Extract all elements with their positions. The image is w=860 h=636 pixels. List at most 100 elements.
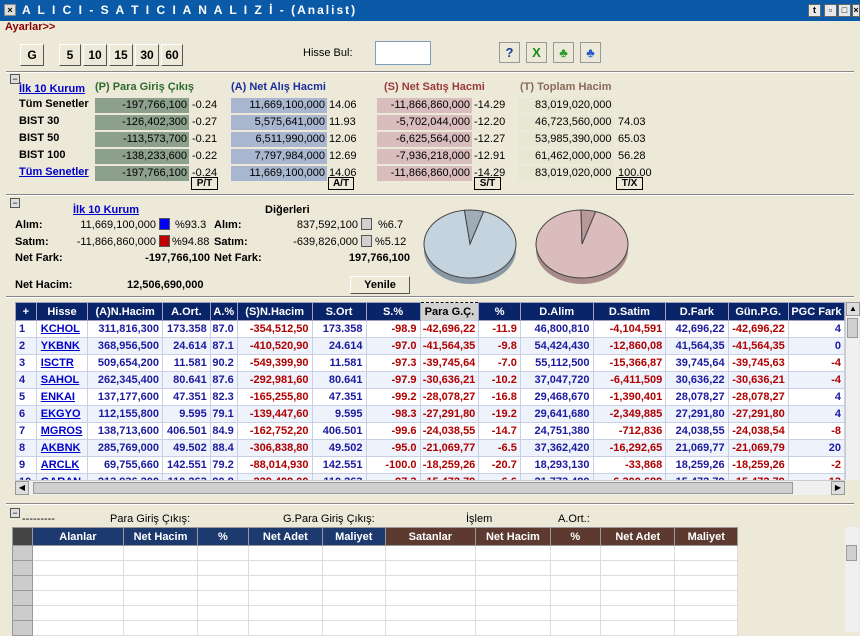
column-header[interactable]: D.Fark xyxy=(665,302,729,321)
table-cell xyxy=(122,545,199,561)
sellers-column-header[interactable]: % xyxy=(549,527,601,546)
top10-link[interactable]: İlk 10 Kurum xyxy=(19,83,85,95)
column-header[interactable]: % xyxy=(478,302,521,321)
stock-symbol-link[interactable]: EKGYO xyxy=(35,405,89,423)
column-header[interactable]: S.% xyxy=(365,302,421,321)
table-row[interactable]: 2 YKBNK 368,956,500 24.614 87.1 -410,520,90 24… xyxy=(15,337,846,355)
buyers-column-header[interactable]: Net Adet xyxy=(247,527,324,546)
stock-symbol-link[interactable]: AKBNK xyxy=(35,439,89,457)
table-cell: -712,836 xyxy=(592,422,667,440)
column-header[interactable]: PGC Fark xyxy=(787,302,846,321)
net-volume-label: Net Hacim: xyxy=(15,279,73,291)
table-row[interactable]: 7 MGROS 138,713,600 406.501 84.9 -162,752,20 4… xyxy=(15,422,846,440)
scroll-thumb[interactable] xyxy=(847,318,858,338)
excel-icon[interactable]: X xyxy=(526,42,547,63)
column-header[interactable]: D.Satim xyxy=(592,302,667,321)
st-button[interactable]: S/T xyxy=(474,177,501,190)
broker-table: + Hisse (A)N.Hacim A.Ort. A.% (S)N.Hacim S.Ort… xyxy=(15,302,846,491)
table-row[interactable] xyxy=(11,620,738,636)
group-icon[interactable]: ♣ xyxy=(553,42,574,63)
sellers-column-header[interactable]: Net Hacim xyxy=(475,527,551,546)
stock-symbol-link[interactable]: ENKAI xyxy=(35,388,89,406)
vertical-scrollbar[interactable]: ▲ xyxy=(845,302,860,480)
table-row[interactable]: 5 ENKAI 137,177,600 47.351 82.3 -165,255,80 47… xyxy=(15,388,846,406)
help-icon[interactable]: ? xyxy=(499,42,520,63)
period-button-30[interactable]: 30 xyxy=(135,44,159,66)
period-button-10[interactable]: 10 xyxy=(83,44,107,66)
table-cell xyxy=(475,560,551,576)
sellers-column-header[interactable]: Maliyet xyxy=(674,527,738,546)
column-header[interactable]: D.Alim xyxy=(519,302,594,321)
scroll-up-icon[interactable]: ▲ xyxy=(846,302,860,316)
period-button-60[interactable]: 60 xyxy=(161,44,183,66)
table-cell: -41,564,35 xyxy=(419,337,480,355)
tx-button[interactable]: T/X xyxy=(616,177,643,190)
buyers-column-header[interactable]: Alanlar xyxy=(32,527,124,546)
net-volume-value: 12,506,690,000 xyxy=(127,279,204,291)
collapse-icon[interactable]: − xyxy=(10,198,20,208)
table-cell: 3 xyxy=(15,354,37,372)
table-row[interactable]: 1 KCHOL 311,816,300 173.358 87.0 -354,512,50 1… xyxy=(15,320,846,338)
column-header[interactable]: Hisse xyxy=(35,302,89,321)
settings-link[interactable]: Ayarlar>> xyxy=(5,21,55,33)
scroll-left-icon[interactable]: ◀ xyxy=(15,481,29,495)
buyers-column-header[interactable]: % xyxy=(197,527,249,546)
sellers-column-header[interactable]: Net Adet xyxy=(599,527,676,546)
buyers-column-header[interactable]: Net Hacim xyxy=(122,527,199,546)
stock-symbol-link[interactable]: ARCLK xyxy=(35,456,89,474)
table-cell xyxy=(197,620,249,636)
stock-symbol-link[interactable]: YKBNK xyxy=(35,337,89,355)
buyers-column-header[interactable]: Maliyet xyxy=(322,527,386,546)
users-icon[interactable]: ♣ xyxy=(580,42,601,63)
top10-link-2[interactable]: İlk 10 Kurum xyxy=(73,204,139,216)
table-row[interactable]: 8 AKBNK 285,769,000 49.502 88.4 -306,838,80 49… xyxy=(15,439,846,457)
at-button[interactable]: A/T xyxy=(328,177,354,190)
maximize-button[interactable]: □ xyxy=(838,4,851,17)
column-header[interactable]: + xyxy=(15,302,37,321)
scroll-right-icon[interactable]: ▶ xyxy=(831,481,845,495)
table-row[interactable]: 6 EKGYO 112,155,800 9.595 79.1 -139,447,60 9.5… xyxy=(15,405,846,423)
table-row[interactable] xyxy=(11,545,738,561)
table-cell xyxy=(475,620,551,636)
column-header[interactable]: (S)N.Hacim xyxy=(236,302,313,321)
close-button[interactable]: × xyxy=(852,4,860,17)
table-row[interactable] xyxy=(11,575,738,591)
table-cell: -18,259,26 xyxy=(727,456,789,474)
period-button-15[interactable]: 15 xyxy=(109,44,133,66)
table-row[interactable]: 9 ARCLK 69,755,660 142.551 79.2 -88,014,930 14… xyxy=(15,456,846,474)
period-button-5[interactable]: 5 xyxy=(59,44,81,66)
column-header[interactable]: Gün.P.G. xyxy=(727,302,789,321)
table-cell: 24,751,380 xyxy=(519,422,594,440)
scroll-thumb-2[interactable] xyxy=(846,545,857,561)
column-header[interactable]: S.Ort xyxy=(311,302,367,321)
table-row[interactable] xyxy=(11,560,738,576)
column-header[interactable]: Para G.Ç. xyxy=(419,302,480,321)
stock-symbol-link[interactable]: MGROS xyxy=(35,422,89,440)
column-header[interactable]: A.% xyxy=(209,302,238,321)
close-icon[interactable]: × xyxy=(4,4,16,16)
stock-symbol-link[interactable]: SAHOL xyxy=(35,371,89,389)
pt-button[interactable]: P/T xyxy=(191,177,218,190)
scroll-thumb-h[interactable] xyxy=(33,482,793,494)
table-cell: 54,424,430 xyxy=(519,337,594,355)
twitter-icon[interactable]: t xyxy=(808,4,821,17)
column-header[interactable]: A.Ort. xyxy=(162,302,211,321)
top10-sell-pct: %94.88 xyxy=(172,236,210,248)
search-input[interactable] xyxy=(375,41,431,65)
stock-symbol-link[interactable]: ISCTR xyxy=(35,354,89,372)
table-row[interactable] xyxy=(11,590,738,606)
table-row[interactable]: 3 ISCTR 509,654,200 11.581 90.2 -549,399,90 11… xyxy=(15,354,846,372)
horizontal-scrollbar[interactable]: ◀ ▶ xyxy=(15,480,845,495)
table-row[interactable]: 4 SAHOL 262,345,400 80.641 87.6 -292,981,60 80… xyxy=(15,371,846,389)
bottom-scrollbar[interactable] xyxy=(845,527,859,632)
summary-row-label[interactable]: Tüm Senetler xyxy=(19,166,89,178)
table-row[interactable] xyxy=(11,605,738,621)
sellers-column-header[interactable]: Satanlar xyxy=(384,527,477,546)
refresh-button[interactable]: Yenile xyxy=(350,276,410,294)
column-header[interactable]: (A)N.Hacim xyxy=(87,302,163,321)
table-cell: -95.0 xyxy=(365,439,421,457)
collapse-icon[interactable]: − xyxy=(10,508,20,518)
period-button-g[interactable]: G xyxy=(20,44,44,66)
minimize-button[interactable]: ▫ xyxy=(824,4,837,17)
stock-symbol-link[interactable]: KCHOL xyxy=(35,320,89,338)
